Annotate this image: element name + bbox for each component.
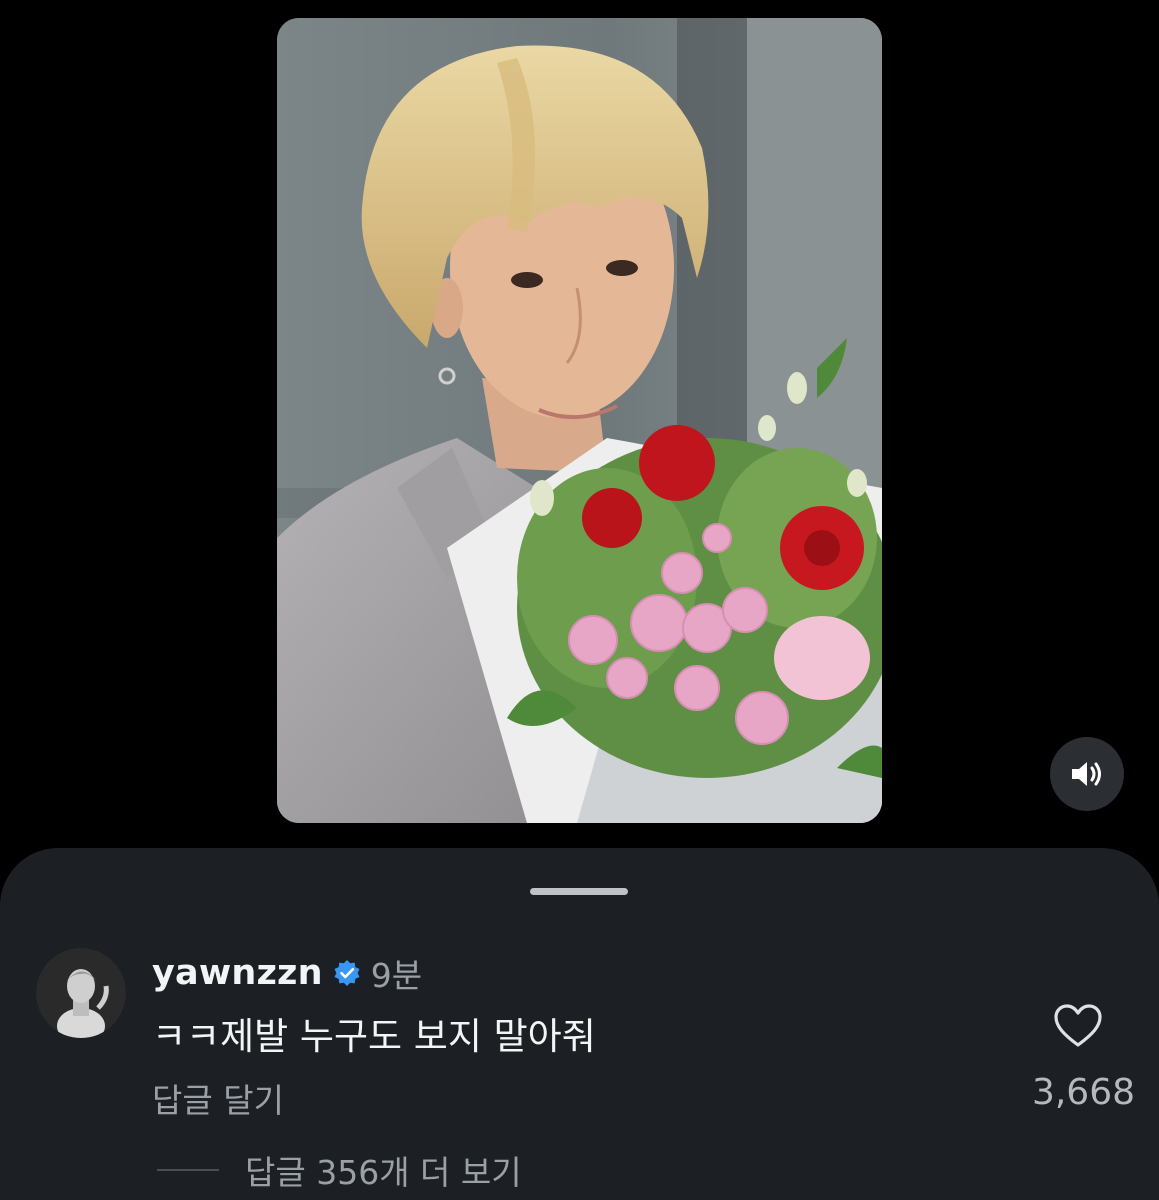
reel-video-preview[interactable] (277, 18, 882, 823)
like-count: 3,668 (1031, 1072, 1135, 1113)
comments-sheet: yawnzzn 9분 ㅋㅋ제발 누구도 보지 말아줘 답글 달기 3,668 답… (0, 848, 1159, 1200)
comment-username[interactable]: yawnzzn (152, 953, 323, 993)
comment-timestamp: 9분 (370, 956, 423, 995)
sheet-drag-handle[interactable] (530, 888, 628, 895)
comment-body: ㅋㅋ제발 누구도 보지 말아줘 (152, 1015, 596, 1058)
avatar[interactable] (36, 948, 126, 1038)
profile-photo (36, 948, 126, 1038)
view-more-replies-button[interactable]: 답글 356개 더 보기 (157, 1146, 522, 1194)
verified-badge-icon (333, 959, 361, 987)
like-button[interactable] (1053, 1003, 1103, 1049)
reply-button[interactable]: 답글 달기 (152, 1074, 284, 1122)
view-more-replies-label: 답글 356개 더 보기 (245, 1153, 522, 1192)
reel-video-frame (277, 18, 882, 823)
reel-comments-screen: yawnzzn 9분 ㅋㅋ제발 누구도 보지 말아줘 답글 달기 3,668 답… (0, 0, 1159, 1200)
heart-outline-icon (1054, 1004, 1102, 1047)
volume-button[interactable] (1050, 737, 1124, 811)
comment-header: yawnzzn 9분 (152, 951, 422, 995)
replies-divider-line (157, 1169, 219, 1171)
speaker-volume-icon (1072, 762, 1101, 786)
